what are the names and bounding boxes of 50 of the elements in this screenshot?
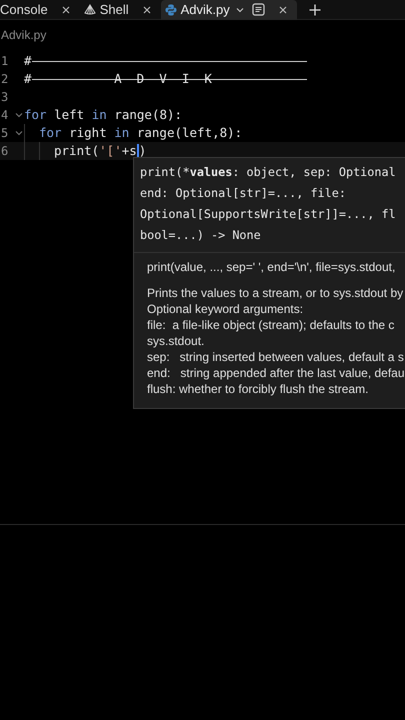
code-text: right [68,124,108,142]
line-number: 6 [1,143,10,160]
code-keyword: in [114,124,130,142]
signature-line: end: Optional[str]=..., file: [140,185,346,202]
chevron-down-icon[interactable] [236,6,244,12]
code-text: print( [54,142,100,160]
code-text: ) [138,142,146,160]
line-number: 5 [1,125,10,142]
code-string: '[' [99,142,122,160]
signature-line: bool=...) -> None [140,227,261,244]
code-text: # [24,52,32,70]
text-cursor [136,144,139,158]
signature-line: Optional[SupportsWrite[str]]=..., fl [140,206,396,223]
doc-line: Prints the values to a stream, or to sys.stdout by [147,285,404,301]
tab[interactable]: Console [0,0,80,20]
line-number: 4 [1,107,10,124]
tab-label: Shell [100,3,129,16]
code-keyword: in [92,106,107,124]
tab-label: Console [0,3,48,16]
add-tab-icon[interactable] [308,4,321,16]
code-keyword: for [39,124,62,142]
close-icon[interactable] [142,6,151,14]
line-number: 3 [1,89,10,106]
tab[interactable]: Advik.py [160,0,297,20]
close-icon[interactable] [278,6,287,14]
code-keyword: for [24,106,47,124]
code-text: range(8): [113,106,182,124]
file-path: Advik.py [1,29,46,41]
doc-line: Optional keyword arguments: [147,301,304,317]
line-number: 2 [1,71,10,88]
doc-line: sys.stdout. [147,333,204,349]
document-icon[interactable] [252,3,265,16]
tab[interactable]: Shell [80,0,161,20]
shell-icon [84,4,96,16]
tab-label: Advik.py [180,3,230,16]
fold-chevron-icon[interactable] [15,112,23,118]
doc-line: end: string appended after the last value, defau [147,365,405,381]
code-text: # [24,70,32,88]
doc-line: file: a file-like object (stream); defaults to the c [147,317,394,333]
doc-line: print(value, ..., sep=' ', end='\n', file=sys.stdout, [147,259,396,275]
doc-line: sep: string inserted between values, default a s [147,349,404,365]
doc-line: flush: whether to forcibly flush the stream. [147,381,368,397]
line-number: 1 [1,53,10,70]
code-text: range(left,8): [136,124,242,142]
code-text: +s [122,142,137,160]
fold-chevron-icon[interactable] [15,130,23,136]
signature-line: print(*values: object, sep: Optional [140,164,396,181]
code-text: left [53,106,86,124]
close-icon[interactable] [62,6,70,14]
python-logo-icon [164,4,177,16]
